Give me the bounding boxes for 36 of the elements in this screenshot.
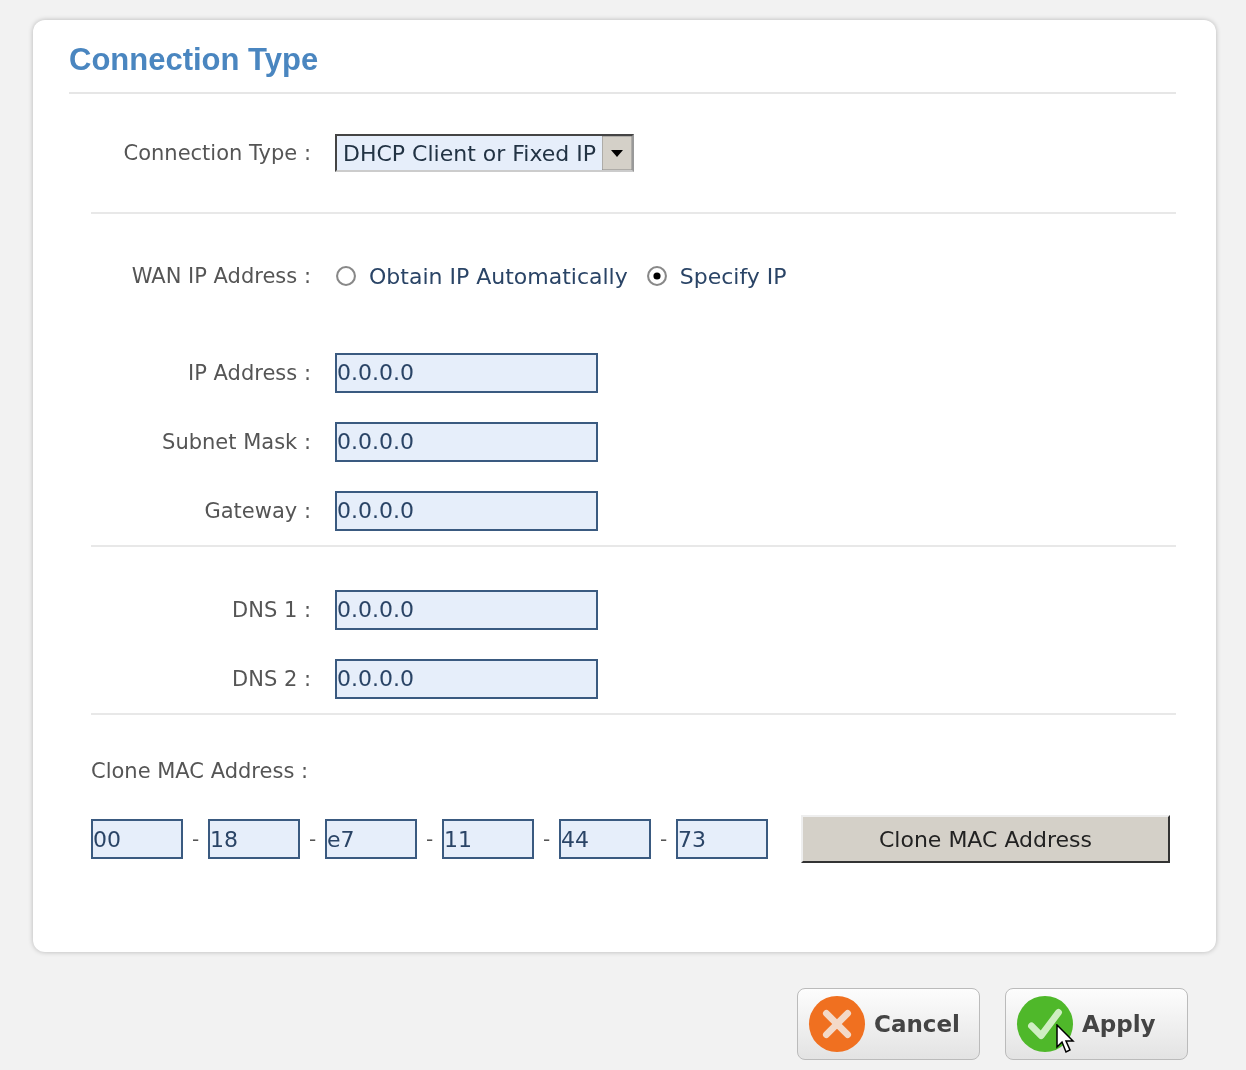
- radio-option[interactable]: Obtain IP Automatically: [335, 263, 628, 289]
- clone-mac-button[interactable]: Clone MAC Address: [801, 815, 1170, 863]
- input-field[interactable]: 0.0.0.0: [335, 490, 598, 531]
- field-label: WAN IP Address :: [130, 264, 312, 288]
- mac-octet-field[interactable]: 11: [442, 819, 534, 859]
- field-label: Clone MAC Address :: [90, 758, 310, 783]
- field-label: DNS 1 :: [231, 597, 312, 622]
- input-field[interactable]: 0.0.0.0: [335, 421, 598, 462]
- input-field[interactable]: 0.0.0.0: [335, 658, 598, 699]
- cancel-button[interactable]: Cancel: [797, 988, 980, 1060]
- dropdown-arrow-icon: [602, 136, 633, 170]
- cross-icon: [808, 995, 866, 1053]
- mac-octet-field[interactable]: 18: [208, 819, 300, 859]
- field-label: Subnet Mask :: [161, 429, 312, 454]
- apply-button[interactable]: Apply: [1005, 988, 1188, 1060]
- radio-icon[interactable]: [645, 265, 668, 287]
- separator-text: -: [658, 827, 669, 851]
- mac-octet-field[interactable]: 73: [676, 819, 768, 859]
- field-label: Gateway :: [203, 498, 312, 523]
- mac-octet-field[interactable]: 00: [91, 819, 183, 859]
- radio-option[interactable]: Specify IP: [645, 263, 787, 289]
- separator-text: -: [424, 827, 435, 851]
- radio-icon[interactable]: [335, 265, 357, 287]
- cursor-icon: [1056, 1024, 1076, 1054]
- connection-type-dropdown[interactable]: DHCP Client or Fixed IP: [335, 134, 635, 172]
- separator-text: -: [307, 827, 318, 851]
- separator-text: -: [541, 827, 552, 851]
- section-title: Connection Type: [69, 42, 320, 79]
- field-label: DNS 2 :: [231, 666, 312, 691]
- field-label: IP Address :: [187, 360, 312, 385]
- mac-octet-field[interactable]: e7: [325, 819, 417, 859]
- input-field[interactable]: 0.0.0.0: [335, 352, 598, 393]
- mac-octet-field[interactable]: 44: [559, 819, 651, 859]
- field-label: Connection Type :: [122, 141, 312, 165]
- separator-text: -: [190, 827, 201, 851]
- input-field[interactable]: 0.0.0.0: [335, 589, 598, 630]
